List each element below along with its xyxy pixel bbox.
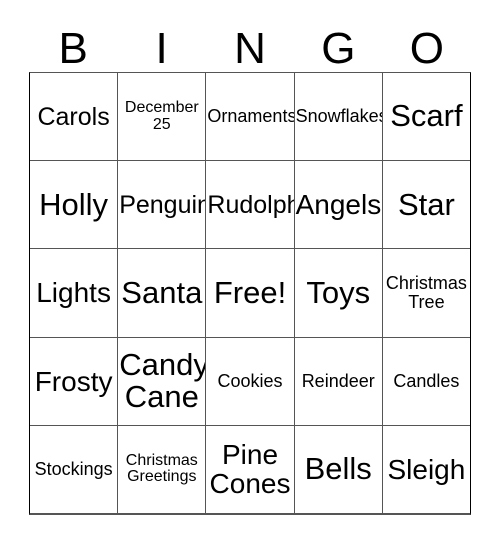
bingo-header-letter-n: N (234, 24, 266, 73)
bingo-cell[interactable]: Stockings (30, 425, 118, 514)
bingo-header-letter-o: O (409, 24, 444, 73)
bingo-cell[interactable]: Santa (117, 249, 206, 337)
bingo-cell[interactable]: Candy Cane (117, 337, 206, 425)
bingo-cell-label: Pine Cones (209, 439, 291, 500)
bingo-row: Frosty Candy Cane Cookies Reindeer Candl… (30, 336, 471, 425)
bingo-cell-label: Frosty (34, 365, 113, 397)
bingo-cell-label: Scarf (390, 98, 463, 134)
bingo-header-letter-g: G (321, 24, 356, 73)
bingo-header-letter-b: B (58, 24, 88, 73)
bingo-cell-label: Ornaments (207, 106, 294, 127)
bingo-header: B I N G O (29, 22, 471, 72)
bingo-cell[interactable]: Toys (293, 249, 382, 337)
bingo-cell[interactable]: Penguin (117, 161, 206, 249)
bingo-cell-label: Penguin (119, 190, 206, 219)
bingo-row: Carols December 25 Ornaments Snowflakes … (30, 73, 471, 161)
bingo-grid: Carols December 25 Ornaments Snowflakes … (29, 72, 471, 515)
bingo-cell-label: Snowflakes (295, 106, 382, 127)
bingo-cell[interactable]: Rudolph (205, 161, 294, 249)
bingo-card: B I N G O Carols December 25 Ornaments S… (0, 0, 500, 544)
bingo-cell-label: Rudolph (207, 190, 294, 219)
bingo-cell[interactable]: Christmas Greetings (117, 425, 206, 514)
bingo-cell[interactable]: Carols (30, 73, 118, 161)
bingo-cell-label: Christmas Greetings (125, 451, 198, 486)
bingo-cell[interactable]: Ornaments (205, 73, 294, 161)
bingo-row: Lights Santa Free! Toys Christmas Tree (30, 248, 471, 337)
bingo-cell[interactable]: Angels (293, 161, 382, 249)
bingo-cell[interactable]: Star (381, 161, 471, 249)
bingo-cell[interactable]: Candles (381, 337, 471, 425)
bingo-cell-label: December 25 (124, 98, 199, 133)
bingo-cell[interactable]: Holly (30, 161, 118, 249)
bingo-cell-label: Toys (306, 274, 371, 310)
bingo-cell[interactable]: December 25 (117, 73, 206, 161)
bingo-cell-free-space[interactable]: Free! (205, 249, 294, 337)
bingo-cell-label: Lights (36, 277, 111, 309)
bingo-cell-label: Christmas Tree (385, 273, 467, 312)
bingo-cell[interactable]: Sleigh (381, 425, 471, 514)
bingo-cell-label: Stockings (34, 459, 113, 480)
bingo-header-letter-i: I (155, 24, 168, 73)
bingo-cell-label: Candles (393, 370, 460, 391)
bingo-cell-label: Star (397, 186, 455, 222)
bingo-cell-label: Sleigh (387, 453, 466, 485)
bingo-cell-label: Carols (37, 102, 110, 131)
bingo-cell[interactable]: Snowflakes (293, 73, 382, 161)
bingo-cell[interactable]: Christmas Tree (381, 249, 471, 337)
bingo-cell-label: Santa (121, 274, 203, 310)
bingo-cell-label: Reindeer (301, 370, 375, 391)
bingo-cell-label: Angels (295, 189, 382, 221)
bingo-row: Stockings Christmas Greetings Pine Cones… (30, 424, 471, 514)
bingo-cell[interactable]: Cookies (205, 337, 294, 425)
bingo-cell[interactable]: Pine Cones (205, 425, 294, 514)
bingo-cell-label: Cookies (217, 370, 283, 391)
bingo-cell[interactable]: Bells (293, 425, 382, 514)
bingo-cell[interactable]: Scarf (381, 73, 471, 161)
bingo-cell-label: Bells (304, 451, 372, 487)
bingo-cell[interactable]: Frosty (30, 337, 118, 425)
bingo-cell[interactable]: Reindeer (293, 337, 382, 425)
bingo-cell-label: Candy Cane (119, 346, 206, 415)
bingo-cell[interactable]: Lights (30, 249, 118, 337)
bingo-row: Holly Penguin Rudolph Angels Star (30, 160, 471, 249)
bingo-cell-label: Holly (39, 186, 109, 222)
bingo-cell-label: Free! (213, 274, 287, 310)
